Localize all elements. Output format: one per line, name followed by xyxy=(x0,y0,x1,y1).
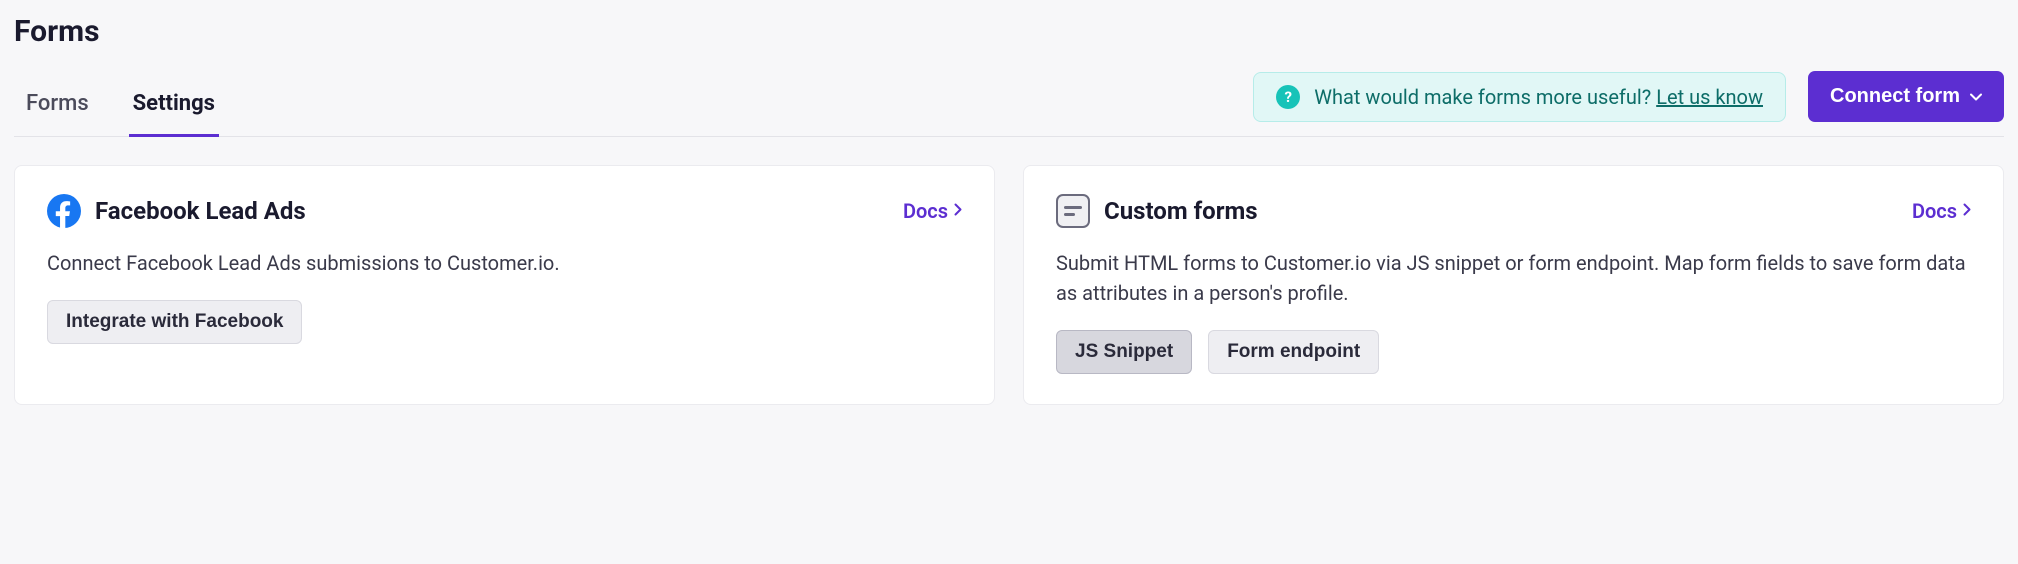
tabs: Forms Settings xyxy=(14,83,219,136)
facebook-docs-link[interactable]: Docs xyxy=(903,199,962,223)
custom-forms-card: Custom forms Docs Submit HTML forms to C… xyxy=(1023,165,2004,405)
cards-container: Facebook Lead Ads Docs Connect Facebook … xyxy=(14,165,2004,405)
feedback-link[interactable]: Let us know xyxy=(1656,85,1763,109)
facebook-card-description: Connect Facebook Lead Ads submissions to… xyxy=(47,248,962,278)
connect-form-label: Connect form xyxy=(1830,85,1960,108)
feedback-banner: ? What would make forms more useful? Let… xyxy=(1253,72,1786,122)
facebook-button-group: Integrate with Facebook xyxy=(47,300,962,344)
facebook-icon xyxy=(47,194,81,228)
integrate-facebook-button[interactable]: Integrate with Facebook xyxy=(47,300,302,344)
chevron-down-icon xyxy=(1970,89,1982,104)
tab-settings[interactable]: Settings xyxy=(129,83,219,136)
card-title-wrap: Facebook Lead Ads xyxy=(47,194,306,228)
card-header: Custom forms Docs xyxy=(1056,194,1971,228)
docs-label: Docs xyxy=(903,199,948,223)
page-title: Forms xyxy=(14,14,2004,49)
question-icon: ? xyxy=(1276,85,1300,109)
tab-forms[interactable]: Forms xyxy=(22,83,93,136)
connect-form-button[interactable]: Connect form xyxy=(1808,71,2004,122)
custom-button-group: JS Snippet Form endpoint xyxy=(1056,330,1971,374)
form-icon xyxy=(1056,194,1090,228)
form-endpoint-button[interactable]: Form endpoint xyxy=(1208,330,1379,374)
docs-label: Docs xyxy=(1912,199,1957,223)
chevron-right-icon xyxy=(954,203,962,220)
header-right: ? What would make forms more useful? Let… xyxy=(1253,71,2004,136)
custom-card-description: Submit HTML forms to Customer.io via JS … xyxy=(1056,248,1971,308)
facebook-card-title: Facebook Lead Ads xyxy=(95,197,306,225)
custom-docs-link[interactable]: Docs xyxy=(1912,199,1971,223)
card-title-wrap: Custom forms xyxy=(1056,194,1258,228)
header-row: Forms Settings ? What would make forms m… xyxy=(14,71,2004,137)
feedback-text-label: What would make forms more useful? xyxy=(1314,85,1656,109)
custom-card-title: Custom forms xyxy=(1104,197,1258,225)
feedback-text: What would make forms more useful? Let u… xyxy=(1314,85,1763,109)
card-header: Facebook Lead Ads Docs xyxy=(47,194,962,228)
js-snippet-button[interactable]: JS Snippet xyxy=(1056,330,1192,374)
chevron-right-icon xyxy=(1963,203,1971,220)
facebook-lead-ads-card: Facebook Lead Ads Docs Connect Facebook … xyxy=(14,165,995,405)
